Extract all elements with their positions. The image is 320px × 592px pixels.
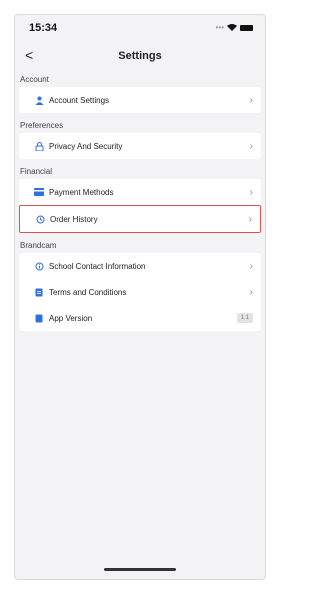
privacy-security-item[interactable]: Privacy And Security › [19, 133, 261, 159]
chevron-right-icon: › [249, 140, 253, 152]
privacy-security-label: Privacy And Security [49, 141, 123, 151]
lock-icon [33, 141, 45, 151]
phone-icon [33, 314, 45, 323]
preferences-card: Privacy And Security › [19, 133, 261, 159]
history-icon [34, 215, 46, 224]
payment-methods-label: Payment Methods [49, 187, 114, 197]
status-time: 15:34 [29, 22, 58, 34]
account-settings-item[interactable]: Account Settings › [19, 87, 261, 113]
chevron-right-icon: › [248, 213, 252, 225]
app-version-item: App Version 1.1 [19, 305, 261, 331]
home-indicator [104, 568, 176, 571]
financial-card: Payment Methods › Order History › [19, 179, 261, 233]
order-history-item[interactable]: Order History › [19, 205, 261, 233]
chevron-right-icon: › [249, 260, 253, 272]
status-bar: 15:34 ••• [15, 15, 265, 41]
payment-methods-item[interactable]: Payment Methods › [19, 179, 261, 205]
phone-screen: 15:34 ••• < Settings Account Account Set… [14, 14, 266, 580]
section-header-account: Account [20, 75, 49, 84]
school-contact-label: School Contact Information [49, 261, 146, 271]
section-header-preferences: Preferences [20, 121, 64, 130]
order-history-label: Order History [50, 214, 98, 224]
wifi-icon [227, 24, 237, 31]
person-icon [33, 96, 45, 105]
chevron-right-icon: › [249, 286, 253, 298]
account-card: Account Settings › [19, 87, 261, 113]
card-icon [33, 188, 45, 196]
section-header-financial: Financial [20, 167, 53, 176]
terms-conditions-item[interactable]: Terms and Conditions › [19, 279, 261, 305]
document-icon [33, 288, 45, 297]
battery-icon [240, 24, 253, 31]
account-settings-label: Account Settings [49, 95, 110, 105]
app-version-label: App Version [49, 313, 93, 323]
terms-conditions-label: Terms and Conditions [49, 287, 127, 297]
school-contact-item[interactable]: School Contact Information › [19, 253, 261, 279]
brandcam-card: School Contact Information › Terms and C… [19, 253, 261, 331]
signal-icon: ••• [215, 23, 224, 32]
page-title: Settings [118, 50, 162, 62]
info-icon [33, 262, 45, 271]
chevron-right-icon: › [249, 186, 253, 198]
status-icons: ••• [216, 23, 253, 32]
nav-bar: < Settings [15, 41, 265, 71]
chevron-right-icon: › [249, 94, 253, 106]
version-badge: 1.1 [236, 313, 253, 323]
section-header-brandcam: Brandcam [20, 241, 57, 250]
